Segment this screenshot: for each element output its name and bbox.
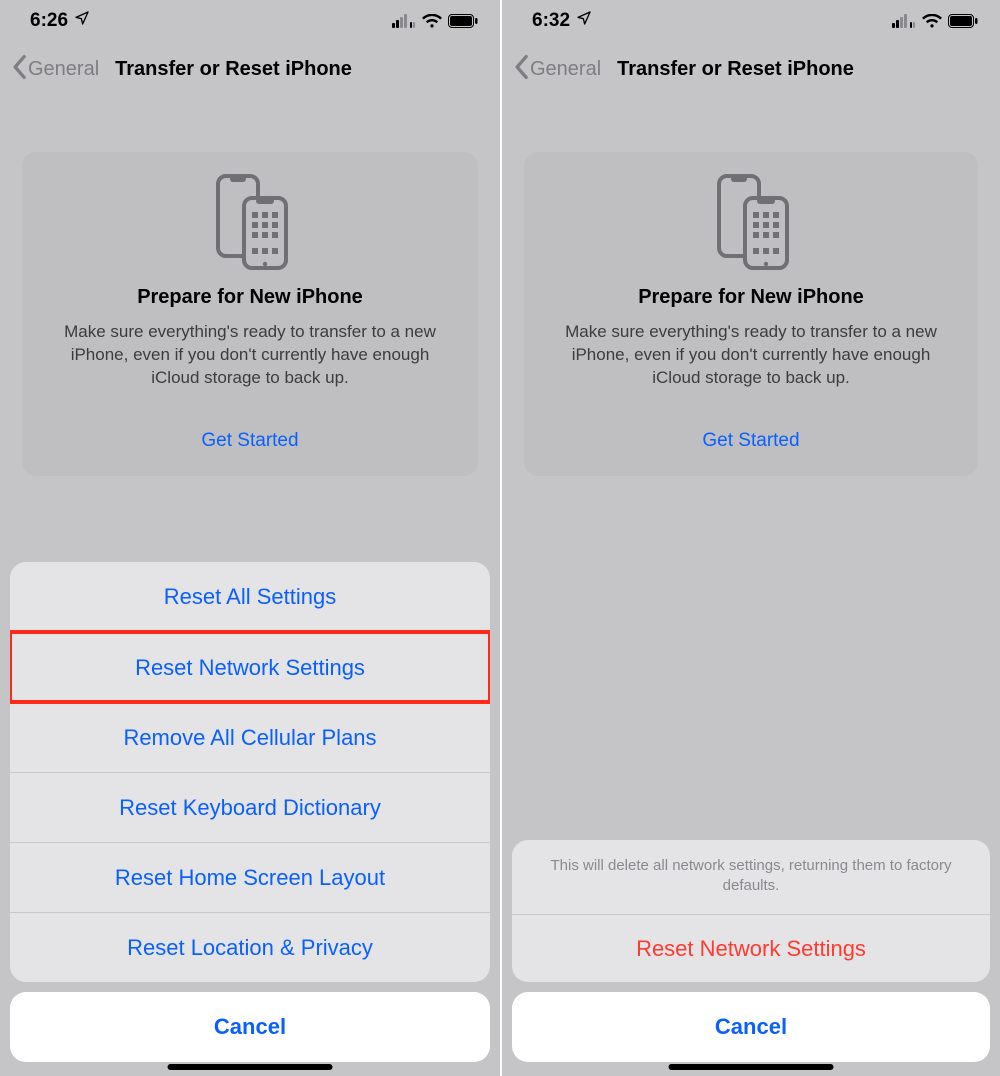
dual-signal-icon bbox=[892, 14, 916, 28]
nav-bar: General Transfer or Reset iPhone bbox=[0, 42, 500, 96]
phone-screen-right: 6:32 bbox=[500, 0, 1000, 1076]
prepare-title: Prepare for New iPhone bbox=[46, 286, 454, 309]
cancel-button[interactable]: Cancel bbox=[512, 992, 990, 1062]
chevron-left-icon bbox=[512, 54, 530, 85]
confirm-reset-network-button[interactable]: Reset Network Settings bbox=[512, 914, 990, 982]
wifi-icon bbox=[422, 14, 442, 28]
back-button[interactable]: General bbox=[512, 54, 601, 85]
get-started-label: Get Started bbox=[702, 430, 799, 451]
status-bar: 6:26 bbox=[0, 0, 500, 42]
prepare-card: Prepare for New iPhone Make sure everyth… bbox=[524, 152, 978, 476]
dual-signal-icon bbox=[392, 14, 416, 28]
status-time: 6:26 bbox=[30, 10, 68, 32]
page-title: Transfer or Reset iPhone bbox=[617, 58, 854, 81]
back-label: General bbox=[530, 58, 601, 81]
phone-screen-left: 6:26 bbox=[0, 0, 500, 1076]
cancel-button[interactable]: Cancel bbox=[10, 992, 490, 1062]
reset-network-settings-item[interactable]: Reset Network Settings bbox=[10, 632, 490, 702]
phones-illustration-icon bbox=[46, 172, 454, 272]
wifi-icon bbox=[922, 14, 942, 28]
get-started-label: Get Started bbox=[201, 430, 298, 451]
page-title: Transfer or Reset iPhone bbox=[115, 58, 352, 81]
prepare-title: Prepare for New iPhone bbox=[548, 286, 954, 309]
home-indicator[interactable] bbox=[669, 1064, 834, 1070]
prepare-description: Make sure everything's ready to transfer… bbox=[46, 321, 454, 390]
confirm-group: This will delete all network settings, r… bbox=[512, 840, 990, 983]
status-time: 6:32 bbox=[532, 10, 570, 32]
prepare-description: Make sure everything's ready to transfer… bbox=[548, 321, 954, 390]
get-started-button[interactable]: Get Started bbox=[548, 430, 954, 452]
location-arrow-icon bbox=[74, 10, 90, 32]
back-button[interactable]: General bbox=[10, 54, 99, 85]
back-label: General bbox=[28, 58, 99, 81]
phones-illustration-icon bbox=[548, 172, 954, 272]
reset-all-settings-item[interactable]: Reset All Settings bbox=[10, 562, 490, 632]
chevron-left-icon bbox=[10, 54, 28, 85]
home-indicator[interactable] bbox=[168, 1064, 333, 1070]
nav-bar: General Transfer or Reset iPhone bbox=[502, 42, 1000, 96]
confirm-message: This will delete all network settings, r… bbox=[512, 840, 990, 915]
reset-keyboard-dictionary-item[interactable]: Reset Keyboard Dictionary bbox=[10, 772, 490, 842]
reset-location-privacy-item[interactable]: Reset Location & Privacy bbox=[10, 912, 490, 982]
reset-action-sheet: Reset All Settings Reset Network Setting… bbox=[10, 562, 490, 1062]
location-arrow-icon bbox=[576, 10, 592, 32]
remove-cellular-plans-item[interactable]: Remove All Cellular Plans bbox=[10, 702, 490, 772]
confirm-action-sheet: This will delete all network settings, r… bbox=[512, 840, 990, 1063]
battery-icon bbox=[948, 14, 978, 28]
status-bar: 6:32 bbox=[502, 0, 1000, 42]
get-started-button[interactable]: Get Started bbox=[46, 430, 454, 452]
reset-home-screen-layout-item[interactable]: Reset Home Screen Layout bbox=[10, 842, 490, 912]
reset-options-group: Reset All Settings Reset Network Setting… bbox=[10, 562, 490, 982]
prepare-card: Prepare for New iPhone Make sure everyth… bbox=[22, 152, 478, 476]
battery-icon bbox=[448, 14, 478, 28]
